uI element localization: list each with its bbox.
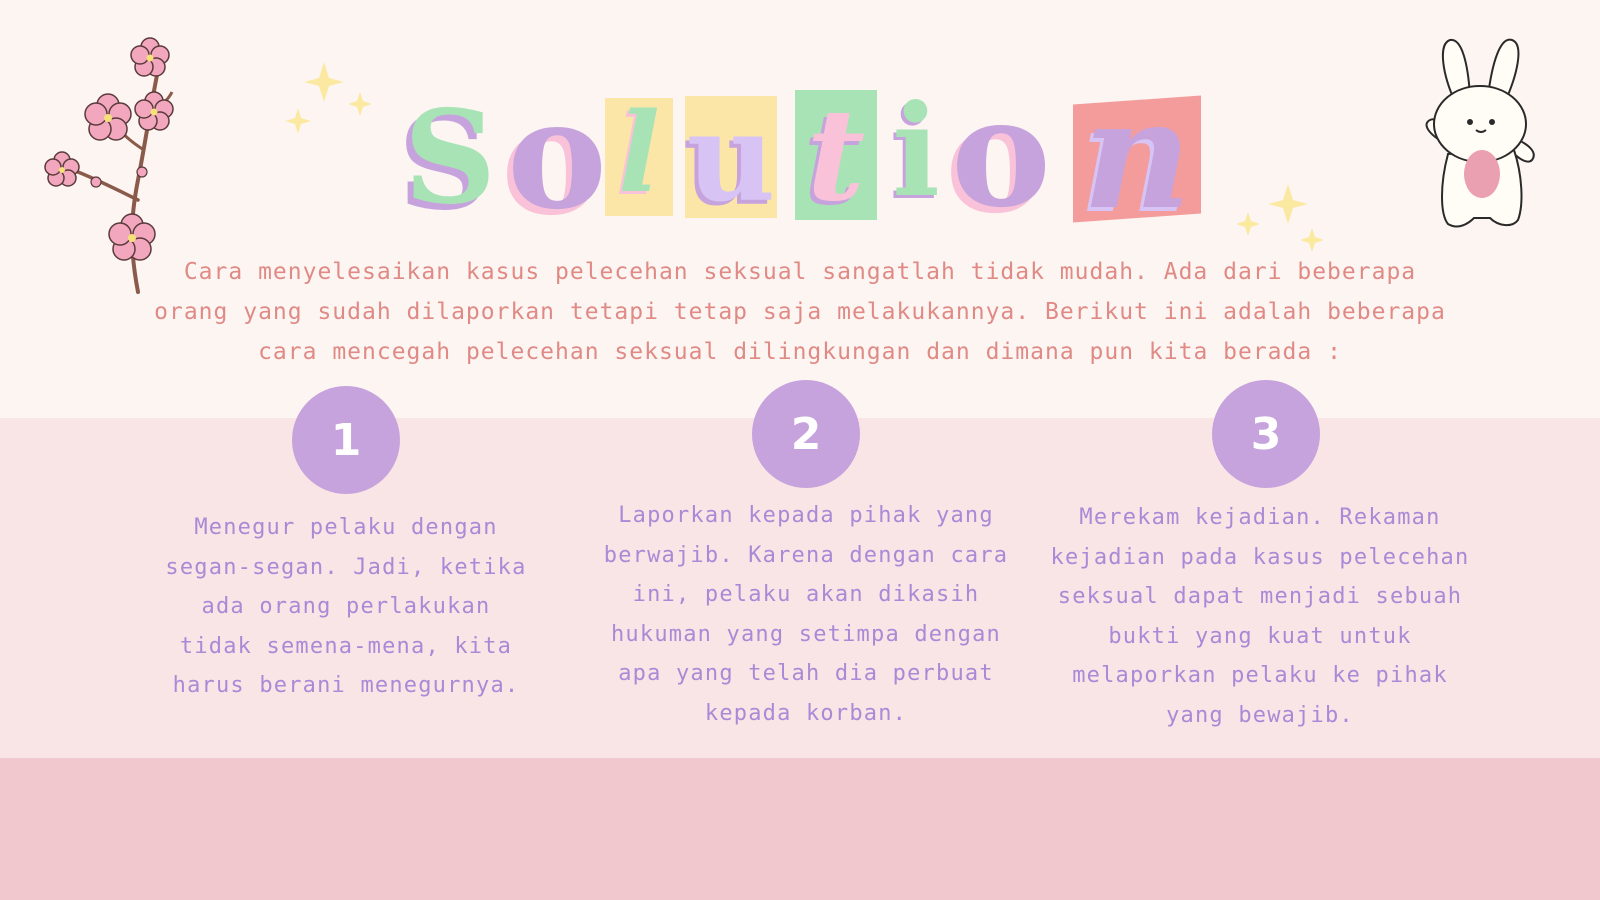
title-letter: o bbox=[950, 65, 1052, 241]
step-description: Menegur pelaku dengan segan-segan. Jadi,… bbox=[165, 515, 527, 698]
title-letter: t bbox=[806, 81, 866, 229]
title-letter: o bbox=[506, 67, 608, 243]
title-letter: S bbox=[403, 83, 497, 233]
title-letter: u bbox=[686, 85, 776, 229]
intro-paragraph: Cara menyelesaikan kasus pelecehan seksu… bbox=[154, 259, 1446, 365]
step-number-circle: 2 bbox=[752, 380, 860, 488]
step-number: 3 bbox=[1250, 408, 1282, 460]
bottom-band bbox=[0, 758, 1600, 900]
step-number-circle: 1 bbox=[292, 386, 400, 494]
step-number-circle: 3 bbox=[1212, 380, 1320, 488]
step-description: Merekam kejadian. Rekaman kejadian pada … bbox=[1050, 505, 1470, 728]
step-number: 1 bbox=[330, 414, 362, 466]
title-letter: n bbox=[1082, 67, 1192, 243]
sparkle-icon bbox=[1236, 184, 1324, 252]
step-description: Laporkan kepada pihak yang berwajib. Kar… bbox=[603, 503, 1009, 726]
title-letter: l bbox=[618, 88, 660, 217]
page-title: S o l u t i o n bbox=[385, 78, 1215, 233]
bunny-icon bbox=[1425, 38, 1535, 228]
step-number: 2 bbox=[790, 408, 822, 460]
sparkle-icon bbox=[285, 62, 372, 134]
